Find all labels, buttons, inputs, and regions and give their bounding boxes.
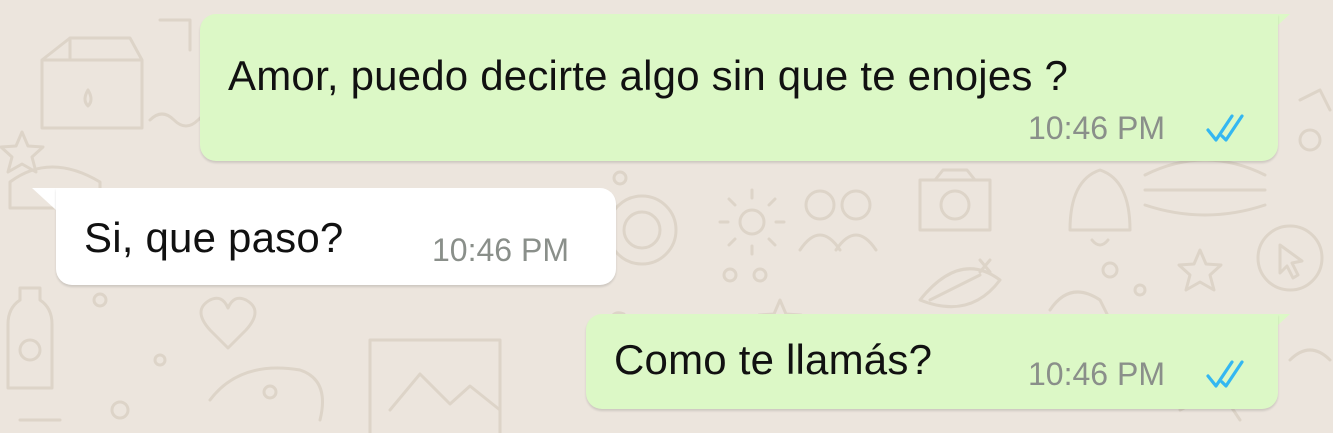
outgoing-message-bubble[interactable]: Como te llamás? 10:46 PM (586, 314, 1278, 409)
outgoing-message-bubble[interactable]: Amor, puedo decirte algo sin que te enoj… (200, 14, 1278, 161)
message-timestamp: 10:46 PM (1028, 356, 1165, 392)
message-text: Si, que paso? (84, 214, 344, 261)
message-timestamp: 10:46 PM (432, 232, 569, 268)
double-check-icon (1206, 114, 1244, 142)
double-check-icon (1206, 360, 1244, 388)
message-text: Como te llamás? (614, 336, 933, 383)
incoming-bubble-tail (32, 188, 56, 210)
message-timestamp: 10:46 PM (1028, 110, 1165, 146)
incoming-message-bubble[interactable]: Si, que paso? 10:46 PM (56, 188, 616, 285)
message-text: Amor, puedo decirte algo sin que te enoj… (228, 52, 1069, 99)
